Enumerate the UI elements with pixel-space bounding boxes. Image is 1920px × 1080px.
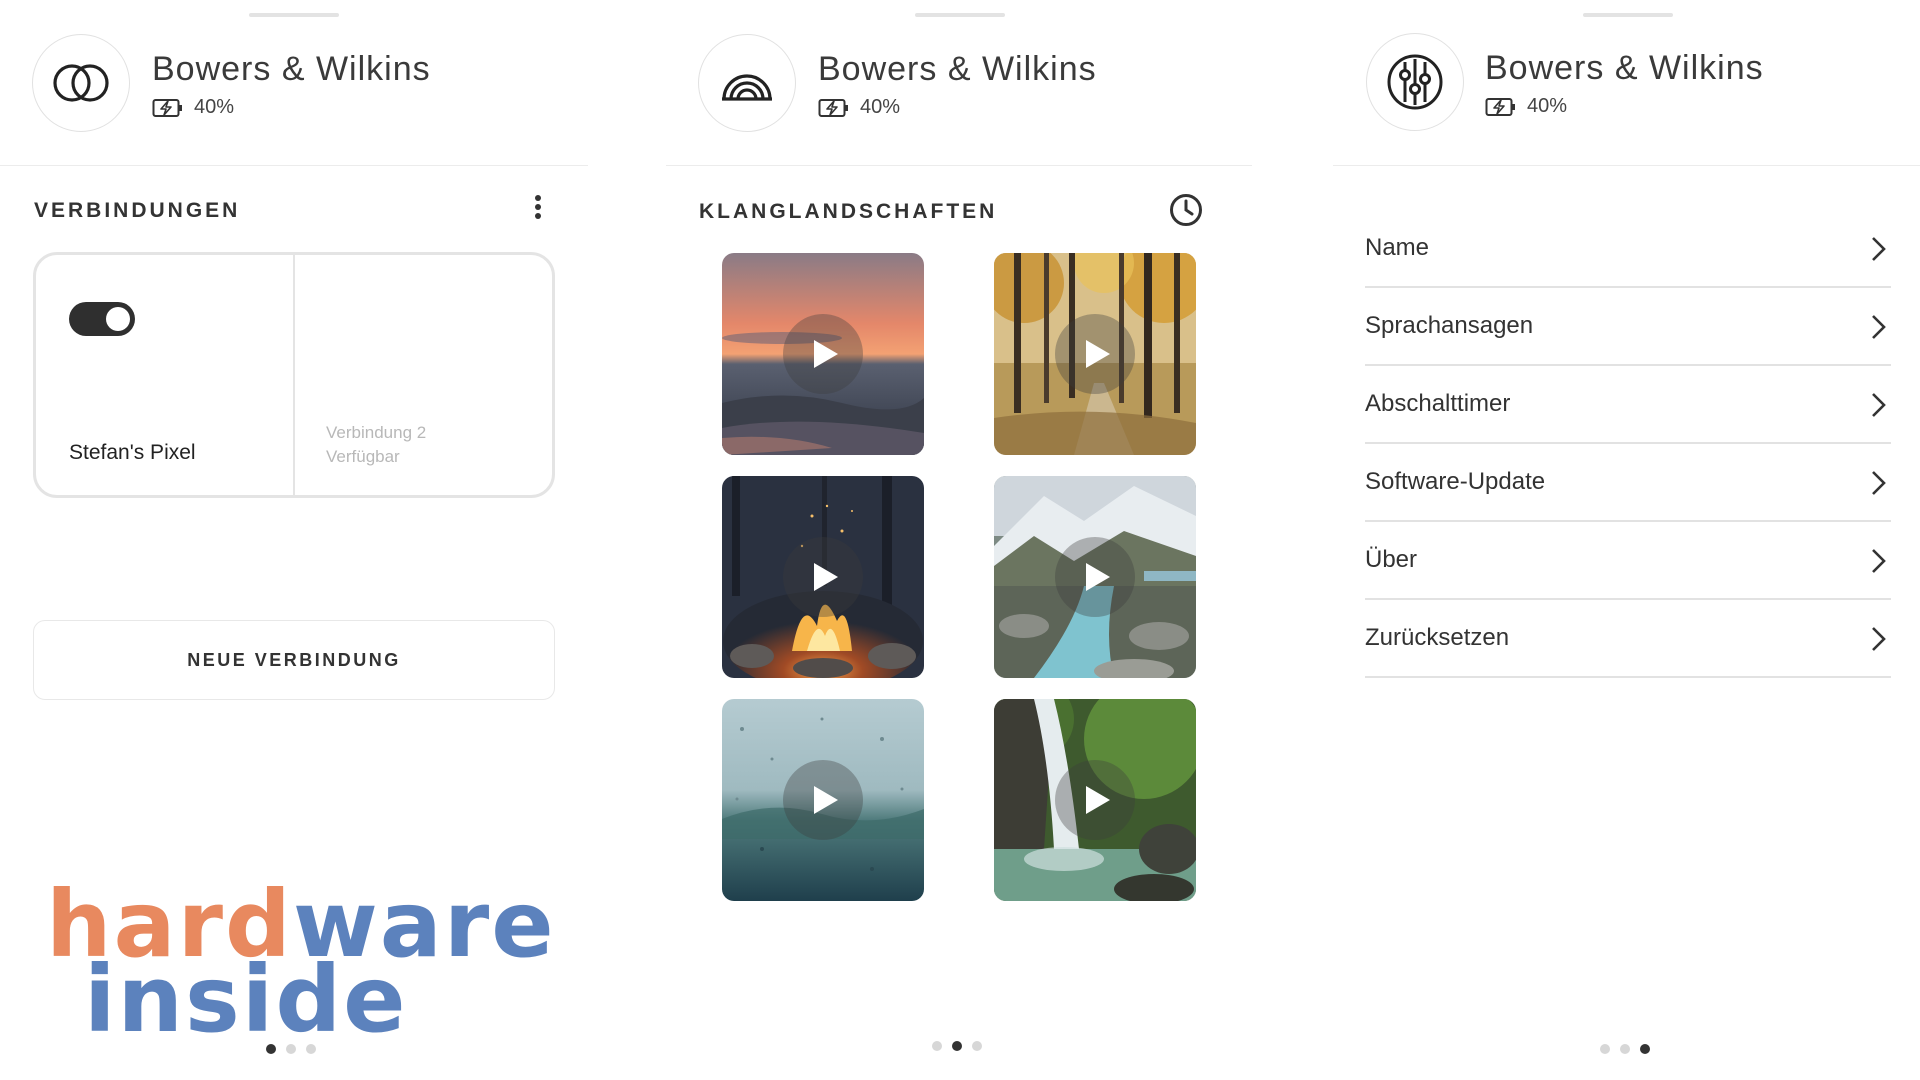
settings-item-sleep-timer[interactable]: Abschalttimer bbox=[1365, 366, 1891, 444]
device-name: Bowers & Wilkins bbox=[1485, 49, 1764, 87]
page-dot[interactable] bbox=[286, 1044, 296, 1054]
play-button[interactable] bbox=[1055, 314, 1135, 394]
play-button[interactable] bbox=[783, 314, 863, 394]
connection-slot-1[interactable]: Stefan's Pixel bbox=[36, 255, 293, 495]
settings-item-about[interactable]: Über bbox=[1365, 522, 1891, 600]
settings-item-label: Software-Update bbox=[1365, 468, 1546, 495]
connection-slot-2-status: Verfügbar bbox=[326, 447, 400, 466]
page-indicator bbox=[1600, 1044, 1650, 1054]
settings-panel: Bowers & Wilkins 40% Name Sprachansagen … bbox=[1333, 0, 1920, 1080]
chevron-right-icon bbox=[1872, 549, 1886, 573]
soundscape-tile-sunset-sea[interactable] bbox=[722, 253, 924, 455]
soundscape-waves-icon bbox=[722, 74, 772, 101]
play-icon bbox=[1086, 786, 1110, 814]
battery-charging-icon bbox=[152, 98, 182, 117]
soundscape-tile-mountain-river[interactable] bbox=[994, 476, 1196, 678]
chevron-right-icon bbox=[1872, 237, 1886, 261]
play-button[interactable] bbox=[1055, 537, 1135, 617]
settings-item-reset[interactable]: Zurücksetzen bbox=[1365, 600, 1891, 678]
page-dot[interactable] bbox=[1640, 1044, 1650, 1054]
battery-status: 40% bbox=[1485, 95, 1567, 118]
battery-percent: 40% bbox=[1527, 95, 1568, 117]
device-header: Bowers & Wilkins 40% bbox=[1333, 0, 1920, 166]
soundscape-tile-autumn-forest[interactable] bbox=[994, 253, 1196, 455]
page-dot[interactable] bbox=[1620, 1044, 1630, 1054]
device-avatar bbox=[1366, 33, 1464, 131]
device-avatar bbox=[698, 34, 796, 132]
chevron-right-icon bbox=[1872, 393, 1886, 417]
device-name: Bowers & Wilkins bbox=[818, 50, 1097, 88]
connected-device-name: Stefan's Pixel bbox=[69, 441, 196, 464]
settings-item-label: Abschalttimer bbox=[1365, 390, 1511, 417]
chevron-right-icon bbox=[1872, 627, 1886, 651]
device-avatar bbox=[32, 34, 130, 132]
play-button[interactable] bbox=[783, 537, 863, 617]
link-rings-icon bbox=[53, 64, 109, 102]
play-icon bbox=[1086, 563, 1110, 591]
soundscape-tile-campfire[interactable] bbox=[722, 476, 924, 678]
connections-title: VERBINDUNGEN bbox=[34, 199, 241, 222]
soundscape-tile-rain-window[interactable] bbox=[722, 699, 924, 901]
battery-percent: 40% bbox=[860, 96, 901, 118]
play-icon bbox=[814, 563, 838, 591]
page-dot[interactable] bbox=[952, 1041, 962, 1051]
connection-slot-2-info: Verbindung 2 Verfügbar bbox=[326, 421, 426, 469]
page-indicator bbox=[266, 1044, 316, 1054]
toggle-knob bbox=[106, 307, 130, 331]
new-connection-button[interactable]: NEUE VERBINDUNG bbox=[33, 620, 555, 700]
clock-icon[interactable] bbox=[1169, 193, 1203, 227]
soundscape-tile-waterfall[interactable] bbox=[994, 699, 1196, 901]
battery-charging-icon bbox=[1485, 97, 1515, 116]
settings-item-voice-prompts[interactable]: Sprachansagen bbox=[1365, 288, 1891, 366]
connections-panel: Bowers & Wilkins 40% VERBINDUNGEN Stefan… bbox=[0, 0, 588, 1080]
connection-toggle[interactable] bbox=[69, 302, 135, 336]
settings-item-software-update[interactable]: Software-Update bbox=[1365, 444, 1891, 522]
connection-slot-2[interactable]: Verbindung 2 Verfügbar bbox=[293, 255, 552, 495]
battery-percent: 40% bbox=[194, 96, 235, 118]
connections-card: Stefan's Pixel Verbindung 2 Verfügbar bbox=[33, 252, 555, 498]
play-button[interactable] bbox=[1055, 760, 1135, 840]
page-dot[interactable] bbox=[1600, 1044, 1610, 1054]
settings-item-label: Name bbox=[1365, 234, 1430, 261]
device-name: Bowers & Wilkins bbox=[152, 50, 431, 88]
battery-status: 40% bbox=[818, 96, 900, 119]
page-dot[interactable] bbox=[266, 1044, 276, 1054]
play-icon bbox=[814, 340, 838, 368]
settings-item-label: Sprachansagen bbox=[1365, 312, 1534, 339]
settings-item-label: Zurücksetzen bbox=[1365, 624, 1510, 651]
battery-status: 40% bbox=[152, 96, 234, 119]
page-indicator bbox=[932, 1041, 982, 1051]
play-icon bbox=[814, 786, 838, 814]
page-dot[interactable] bbox=[932, 1041, 942, 1051]
equalizer-icon bbox=[1387, 54, 1443, 110]
connection-slot-2-name: Verbindung 2 bbox=[326, 423, 427, 442]
chevron-right-icon bbox=[1872, 471, 1886, 495]
settings-item-label: Über bbox=[1365, 546, 1418, 573]
battery-charging-icon bbox=[818, 98, 848, 117]
device-header: Bowers & Wilkins 40% bbox=[0, 0, 588, 166]
page-dot[interactable] bbox=[972, 1041, 982, 1051]
settings-item-name[interactable]: Name bbox=[1365, 210, 1891, 288]
page-dot[interactable] bbox=[306, 1044, 316, 1054]
play-button[interactable] bbox=[783, 760, 863, 840]
chevron-right-icon bbox=[1872, 315, 1886, 339]
play-icon bbox=[1086, 340, 1110, 368]
watermark-logo: hardware inside bbox=[46, 879, 554, 1046]
more-vertical-icon[interactable] bbox=[530, 194, 546, 220]
device-header: Bowers & Wilkins 40% bbox=[666, 0, 1252, 166]
soundscapes-title: KLANGLANDSCHAFTEN bbox=[699, 200, 998, 223]
soundscapes-panel: Bowers & Wilkins 40% KLANGLANDSCHAFTEN bbox=[666, 0, 1252, 1080]
